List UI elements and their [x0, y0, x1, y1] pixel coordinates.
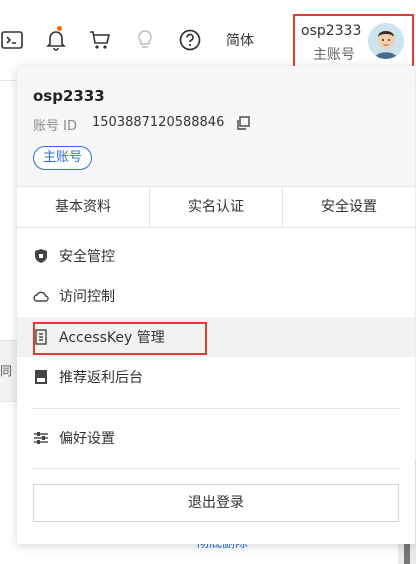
- lightbulb-icon[interactable]: [133, 28, 157, 52]
- tab-basic-info[interactable]: 基本资料: [17, 187, 150, 227]
- account-id-label: 账号 ID: [33, 119, 77, 134]
- menu-divider: [33, 468, 399, 469]
- account-summary: osp2333 账号 ID 1503887120588846 主账号: [17, 66, 415, 186]
- accesskey-highlight: [33, 322, 207, 355]
- drive-icon: [33, 369, 49, 385]
- language-switch[interactable]: 简体: [226, 30, 254, 50]
- avatar[interactable]: [368, 23, 404, 59]
- notification-dot: [57, 26, 62, 31]
- shield-icon: [33, 248, 49, 264]
- account-role: 主账号: [313, 47, 355, 63]
- logout-button[interactable]: 退出登录: [33, 484, 399, 522]
- sliders-icon: [33, 430, 49, 446]
- cart-icon[interactable]: [88, 28, 112, 52]
- menu-item-security-control[interactable]: 安全管控: [17, 236, 415, 276]
- account-menu-trigger[interactable]: osp2333 主账号: [293, 14, 414, 70]
- dropdown-username: osp2333: [33, 87, 105, 105]
- account-type-badge: 主账号: [33, 146, 93, 170]
- menu-divider: [33, 408, 399, 409]
- tab-security-settings[interactable]: 安全设置: [283, 187, 415, 227]
- menu-item-label: 访问控制: [59, 289, 115, 305]
- menu-item-referral-dashboard[interactable]: 推荐返利后台: [17, 357, 415, 397]
- menu-item-preferences[interactable]: 偏好设置: [17, 418, 415, 458]
- copy-icon[interactable]: [236, 115, 250, 130]
- help-icon[interactable]: [178, 28, 202, 52]
- tab-real-name-verification[interactable]: 实名认证: [150, 187, 283, 227]
- cloud-icon: [33, 288, 49, 304]
- menu-item-label: 安全管控: [59, 249, 115, 265]
- menu-item-label: 推荐返利后台: [59, 370, 143, 386]
- bell-icon[interactable]: [44, 26, 68, 52]
- menu-item-label: 偏好设置: [59, 431, 115, 447]
- account-id-value: 1503887120588846: [92, 115, 225, 130]
- terminal-icon[interactable]: [0, 28, 24, 52]
- account-tabs: 基本资料 实名认证 安全设置: [17, 186, 415, 228]
- menu-item-access-control[interactable]: 访问控制: [17, 276, 415, 316]
- account-dropdown: osp2333 账号 ID 1503887120588846 主账号 基本资料 …: [17, 66, 415, 544]
- account-name: osp2333: [301, 23, 362, 39]
